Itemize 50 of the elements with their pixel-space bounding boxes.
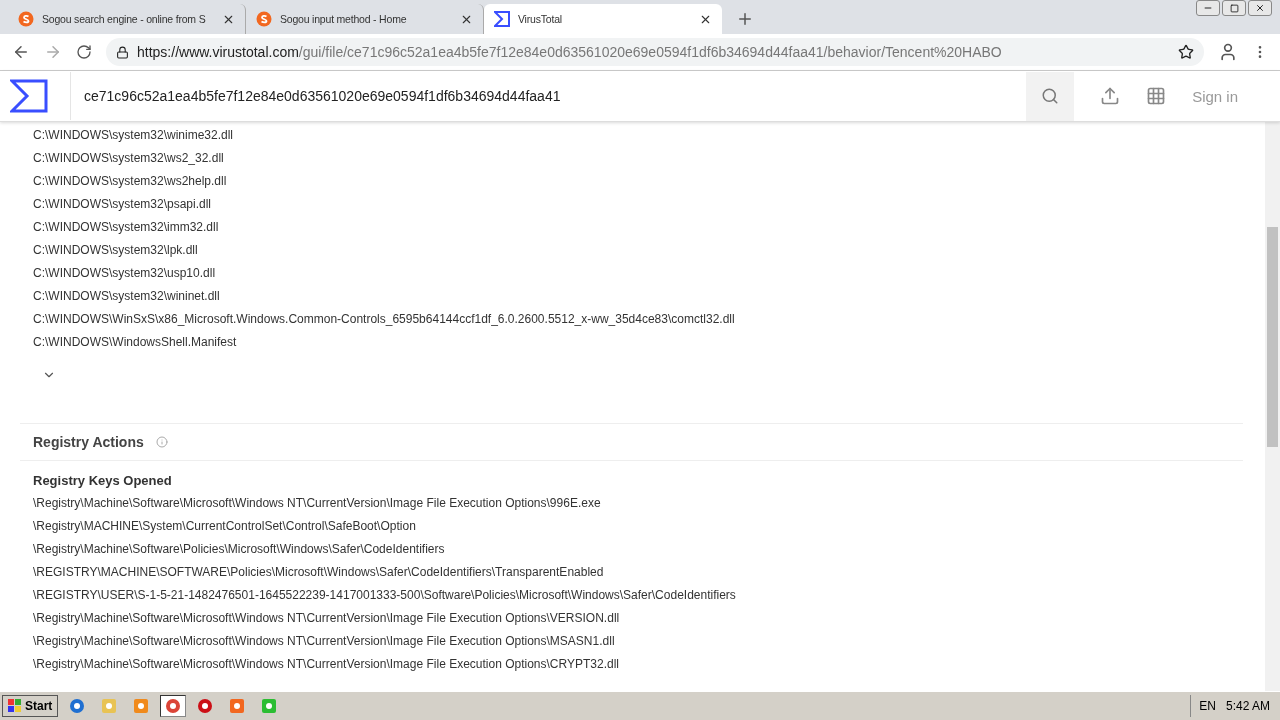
browser-tab[interactable]: Sogou input method - Home (246, 4, 484, 34)
file-path: C:\WINDOWS\system32\ws2help.dll (32, 173, 228, 190)
file-path: C:\WINDOWS\system32\lpk.dll (32, 242, 199, 259)
file-path: C:\WINDOWS\system32\winime32.dll (32, 127, 235, 144)
reload-button[interactable] (76, 44, 92, 60)
upload-button[interactable] (1100, 86, 1121, 106)
close-icon[interactable] (1255, 3, 1265, 13)
lock-icon (116, 45, 129, 59)
browser-tab[interactable]: Sogou search engine - online from S (8, 4, 246, 34)
file-path: C:\WINDOWS\WindowsShell.Manifest (32, 334, 238, 351)
back-button[interactable] (12, 43, 30, 61)
apps-button[interactable] (1146, 86, 1167, 106)
registry-key: \REGISTRY\USER\S-1-5-21-1482476501-1645522239-1417001333-500\Software\Policies\Microsoft\Windows\Safer\CodeIdentifiers (20, 584, 1243, 607)
maximize-button[interactable] (1222, 0, 1246, 16)
file-path: C:\WINDOWS\system32\usp10.dll (32, 265, 217, 282)
registry-key: \Registry\Machine\Software\Microsoft\Windows NT\CurrentVersion\Image File Execution Options\996E.exe (20, 492, 1243, 515)
scrollbar[interactable] (1265, 122, 1280, 691)
file-path: C:\WINDOWS\system32\ws2_32.dll (32, 150, 225, 167)
profile-icon[interactable] (1218, 42, 1238, 62)
new-tab-button[interactable] (736, 10, 754, 28)
registry-key: \Registry\Machine\Software\Microsoft\Windows NT\CurrentVersion\Image File Execution Options\VERSION.dll (20, 607, 1243, 630)
section-title: Registry Actions (33, 434, 144, 450)
search-button[interactable] (1026, 71, 1075, 121)
registry-key: \REGISTRY\MACHINE\SOFTWARE\Policies\Microsoft\Windows\Safer\CodeIdentifiers\TransparentEnabled (20, 561, 1243, 584)
sigma-logo-icon[interactable] (10, 79, 48, 113)
start-button[interactable]: Start (2, 695, 59, 717)
sigma-logo-icon (494, 11, 510, 27)
language-indicator[interactable]: EN (1199, 699, 1216, 713)
search-icon[interactable] (1041, 87, 1060, 105)
registry-key: \Registry\Machine\Software\Microsoft\Windows NT\CurrentVersion\Image File Execution Options\MSASN1.dll (20, 630, 1243, 653)
taskbar-app[interactable] (160, 695, 187, 717)
app-icon (261, 698, 278, 714)
subsection-title: Registry Keys Opened (32, 472, 173, 490)
registry-key: \Registry\MACHINE\System\CurrentControlSet\Control\SafeBoot\Option (20, 515, 1243, 538)
bookmark-icon[interactable] (1178, 44, 1194, 60)
address-bar[interactable]: https://www.virustotal.com/gui/file/ce71c96c52a1ea4b5fe7f12e84e0d63561020e69e0594f1df6b34694d44faa41/behavior/Tencent%20HABO (106, 38, 1204, 66)
registry-key: \Registry\Machine\Software\Policies\Microsoft\Windows\Safer\CodeIdentifiers (20, 538, 1243, 561)
minimize-button[interactable] (1196, 0, 1220, 16)
file-path: C:\WINDOWS\system32\imm32.dll (32, 219, 220, 236)
file-path: C:\WINDOWS\WinSxS\x86_Microsoft.Windows.Common-Controls_6595b64144ccf1df_6.0.2600.5512_x-ww_35d4ce83\comctl32.dll (32, 311, 736, 328)
registry-key: \Registry\Machine\Software\Microsoft\Windows NT\CurrentVersion\Image File Execution Options\CRYPT32.dll (20, 653, 1243, 676)
file-path: C:\WINDOWS\system32\wininet.dll (32, 288, 221, 305)
s-logo-icon (256, 11, 272, 27)
browser-tab[interactable]: VirusTotal (484, 4, 722, 34)
windows-flag-icon (8, 699, 22, 713)
s-logo-icon (18, 11, 34, 27)
file-path: C:\WINDOWS\system32\psapi.dll (32, 196, 213, 213)
maximize-icon[interactable] (1229, 3, 1239, 13)
clock: 5:42 AM (1225, 699, 1270, 713)
close-button[interactable] (1248, 0, 1272, 16)
